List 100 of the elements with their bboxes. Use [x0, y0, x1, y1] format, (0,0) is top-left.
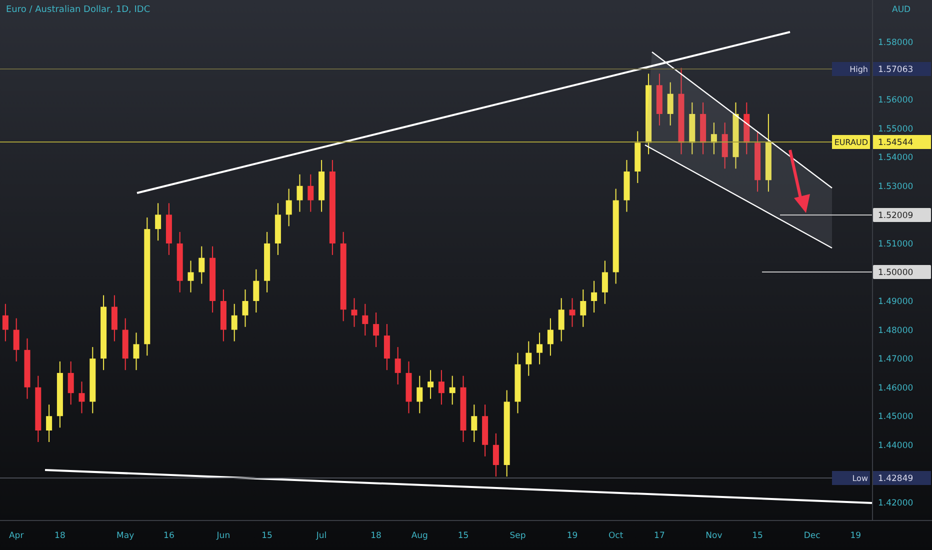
price-label: 1.42849 [873, 471, 931, 485]
price-tick: 1.53000 [878, 182, 914, 192]
candle [428, 370, 434, 400]
date-tick: Nov [706, 531, 722, 541]
candle [176, 231, 183, 293]
candle [569, 298, 576, 328]
candle [188, 260, 194, 293]
date-tick: Oct [608, 531, 624, 541]
candle [231, 303, 238, 342]
price-tick: 1.42000 [878, 498, 914, 508]
candle [394, 346, 401, 385]
candle [384, 324, 390, 371]
candle [46, 404, 52, 443]
candle [198, 246, 205, 284]
candle [460, 375, 466, 443]
candle [449, 375, 456, 406]
candle [634, 130, 641, 184]
date-tick: 17 [654, 531, 665, 541]
date-tick: Apr [9, 531, 24, 541]
date-tick: Aug [411, 531, 428, 541]
price-tick: 1.56000 [878, 96, 914, 106]
date-tick: 19 [850, 531, 862, 541]
candle [308, 174, 314, 212]
candle [547, 318, 554, 356]
candle [122, 318, 128, 371]
candle [700, 102, 706, 155]
candle [155, 202, 162, 242]
candle [689, 102, 696, 155]
candle [362, 303, 368, 336]
candle [253, 268, 260, 314]
date-tick: 15 [752, 531, 763, 541]
candle [90, 346, 96, 414]
date-tick: Sep [510, 531, 526, 541]
price-tick: 1.51000 [878, 239, 914, 250]
candle [68, 360, 74, 406]
date-tick: Jun [216, 531, 230, 541]
price-tick: 1.48000 [878, 326, 914, 336]
date-tick: 15 [262, 531, 272, 541]
candle [406, 360, 412, 414]
date-tick: 19 [566, 531, 578, 541]
candle [2, 303, 8, 342]
marker-tag: EURAUD [832, 135, 870, 149]
candle [318, 160, 325, 212]
date-tick: 18 [54, 531, 66, 541]
candle [591, 280, 598, 314]
candle [24, 338, 30, 400]
price-label: 1.52009 [873, 208, 931, 222]
candle [580, 289, 586, 328]
candle [438, 370, 444, 406]
candle [710, 122, 717, 155]
price-tick: 1.54000 [878, 153, 914, 164]
candle [286, 188, 292, 227]
candle [416, 375, 423, 414]
candle [220, 289, 226, 342]
marker-tag: High [832, 62, 870, 76]
date-tick: 15 [458, 531, 469, 541]
candle [536, 332, 543, 365]
candle [471, 404, 478, 443]
price-tick: 1.46000 [878, 383, 914, 394]
candle [296, 174, 303, 212]
candle [602, 260, 608, 304]
price-tick: 1.55000 [878, 124, 914, 134]
candle [351, 298, 358, 328]
price-tick: 1.45000 [878, 412, 914, 422]
marker-tag: Low [832, 471, 870, 485]
candle [274, 202, 281, 256]
candle [166, 202, 172, 256]
price-label: 1.57063 [873, 62, 931, 76]
candle [373, 312, 380, 348]
candle [242, 289, 248, 328]
date-tick: Jul [316, 531, 327, 541]
candle [744, 102, 750, 155]
candle [667, 82, 674, 126]
chart-title: Euro / Australian Dollar, 1D, IDC [6, 5, 150, 15]
candle [35, 375, 42, 443]
down-arrow [788, 150, 810, 213]
date-tick: 16 [164, 531, 174, 541]
candle [526, 340, 532, 376]
date-tick: 18 [370, 531, 382, 541]
candle [78, 381, 85, 414]
candle [133, 332, 140, 371]
price-tick: 1.44000 [878, 440, 914, 451]
candle [111, 294, 118, 342]
price-label: 1.50000 [873, 265, 931, 279]
price-tick: 1.47000 [878, 354, 914, 365]
date-tick: May [116, 531, 134, 541]
candle [656, 73, 662, 126]
candle [514, 352, 521, 414]
candle [13, 318, 20, 362]
candle [264, 231, 270, 293]
candle [624, 160, 630, 212]
candle [56, 360, 63, 428]
price-tick: 1.58000 [878, 38, 914, 48]
candle [558, 298, 564, 342]
currency-label: AUD [892, 5, 911, 15]
price-tick: 1.49000 [878, 297, 914, 307]
candle [732, 102, 739, 170]
candle [754, 130, 761, 192]
candle [722, 122, 728, 170]
candle [482, 404, 488, 457]
